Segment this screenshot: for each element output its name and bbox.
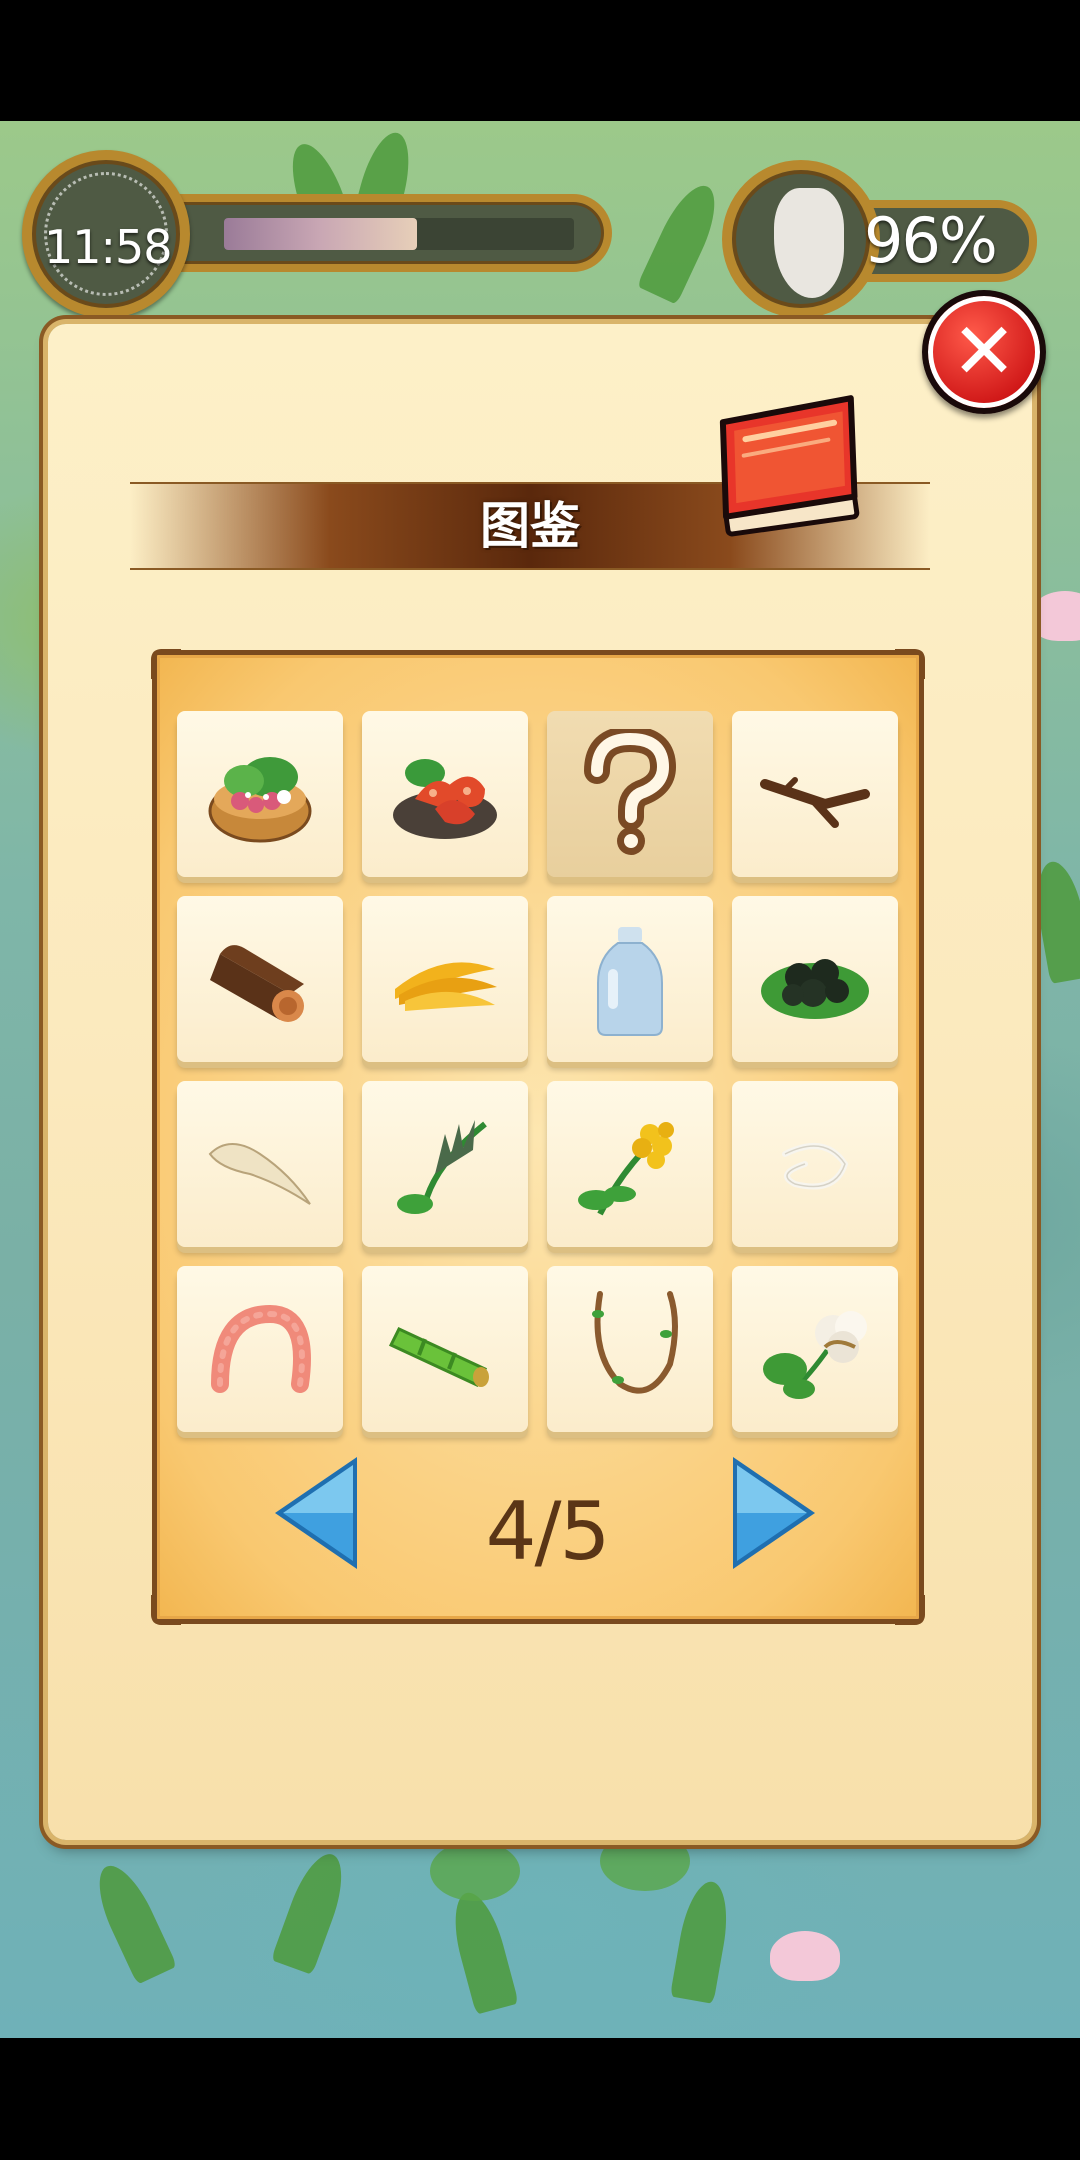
lotus-flower xyxy=(1030,591,1080,641)
lotus-flower xyxy=(770,1931,840,1981)
banana-bunch-icon xyxy=(395,962,497,1011)
encyclopedia-panel: 图鉴 4/5 xyxy=(48,324,1032,1840)
collection-item[interactable] xyxy=(362,1266,528,1432)
cotton-plant-icon xyxy=(763,1311,867,1399)
milk-bottle-icon xyxy=(597,927,663,1036)
collection-item[interactable] xyxy=(177,896,343,1062)
collection-item[interactable] xyxy=(177,1266,343,1432)
collection-item[interactable] xyxy=(547,1266,713,1432)
fullness-label: 96% xyxy=(864,204,998,277)
black-berries-leaf-icon xyxy=(761,959,869,1019)
shrimp-plate-icon xyxy=(393,759,497,839)
yellow-flower-herb-icon xyxy=(578,1122,674,1216)
reed-decoration xyxy=(86,1857,178,1985)
collection-item[interactable] xyxy=(177,1081,343,1247)
bamboo-piece-icon xyxy=(388,1327,489,1387)
stomach-shape xyxy=(774,188,844,298)
collection-item[interactable] xyxy=(362,896,528,1062)
frame-corner xyxy=(151,649,181,679)
page-indicator: 4/5 xyxy=(485,1485,611,1578)
frame-corner xyxy=(895,1595,925,1625)
vine-rope-icon xyxy=(592,1291,678,1394)
reed-decoration xyxy=(445,1887,519,2015)
collection-item[interactable] xyxy=(732,896,898,1062)
collection-item-locked[interactable] xyxy=(547,711,713,877)
white-string-icon xyxy=(782,1143,849,1190)
reed-decoration xyxy=(1029,858,1080,984)
close-button[interactable]: ✕ xyxy=(922,290,1046,414)
reed-decoration xyxy=(636,177,728,305)
octopus-salad-bowl-icon xyxy=(208,757,312,843)
collection-item[interactable] xyxy=(547,1081,713,1247)
tusk-root-icon xyxy=(208,1143,311,1205)
worm-icon xyxy=(211,1304,311,1393)
lily-pad xyxy=(430,1841,520,1901)
collection-item[interactable] xyxy=(362,1081,528,1247)
frame-corner xyxy=(151,1595,181,1625)
frame-corner xyxy=(895,649,925,679)
fullness-hud: 96% xyxy=(722,160,1042,318)
collection-item[interactable] xyxy=(732,1081,898,1247)
time-hud: 11:58 xyxy=(22,150,612,318)
time-bar-frame xyxy=(172,194,612,272)
book-icon xyxy=(719,395,860,537)
close-icon: ✕ xyxy=(951,307,1017,397)
stomach-icon xyxy=(722,160,880,318)
collection-item[interactable] xyxy=(732,1266,898,1432)
branch-icon xyxy=(760,777,870,828)
collection-item[interactable] xyxy=(177,711,343,877)
next-page-button[interactable] xyxy=(727,1451,821,1575)
reed-decoration xyxy=(669,1878,735,2004)
collection-grid: 4/5 xyxy=(151,649,925,1625)
prev-page-button[interactable] xyxy=(269,1451,363,1575)
spiky-herb-icon xyxy=(397,1120,487,1214)
collection-item[interactable] xyxy=(547,896,713,1062)
lily-pad xyxy=(600,1831,690,1891)
question-mark-icon xyxy=(584,729,677,855)
collection-item[interactable] xyxy=(362,711,528,877)
wood-log-icon xyxy=(210,945,304,1022)
collection-item[interactable] xyxy=(732,711,898,877)
time-progress-bar xyxy=(224,218,574,250)
time-progress-fill xyxy=(224,218,417,250)
reed-decoration xyxy=(270,1847,354,1975)
time-label: 11:58 xyxy=(44,220,173,274)
